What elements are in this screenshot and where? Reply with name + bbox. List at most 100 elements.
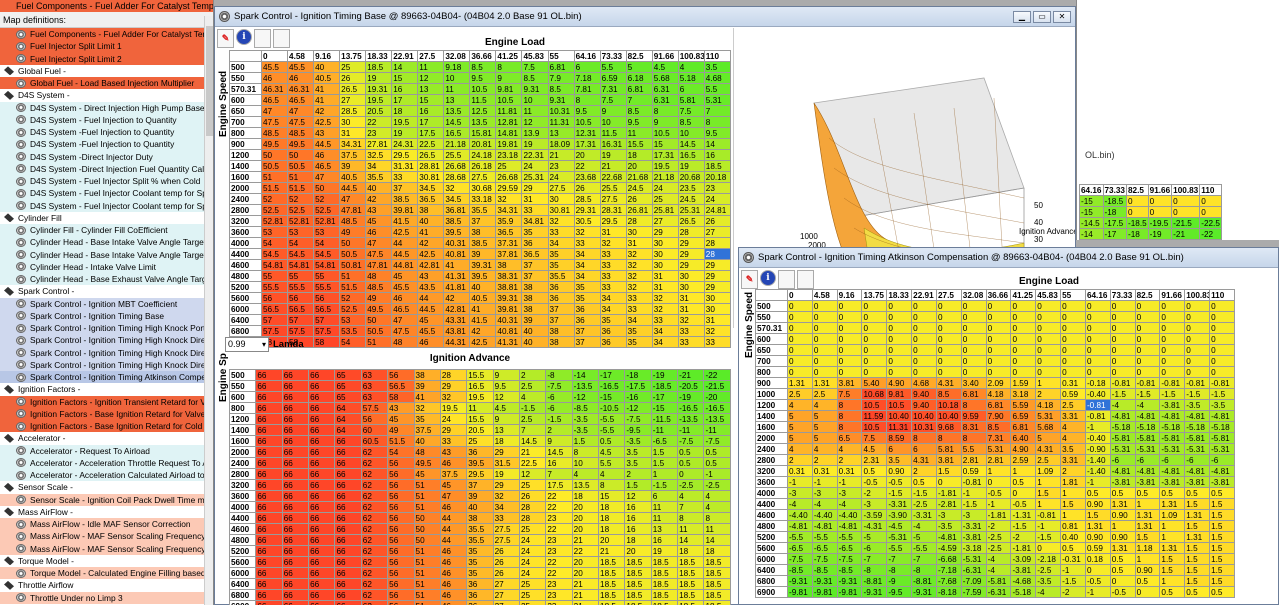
map-cell[interactable]: 18.5	[624, 589, 652, 601]
map-cell[interactable]: -3.31	[886, 498, 913, 510]
map-cell[interactable]: 12.5	[469, 105, 497, 117]
map-cell[interactable]: 6.31	[651, 94, 679, 106]
tree-item[interactable]: Cylinder Head - Base Exhaust Valve Angle…	[0, 273, 213, 286]
map-cell[interactable]: 15	[391, 72, 419, 84]
map-cell[interactable]: 62	[360, 501, 389, 513]
map-cell[interactable]: 0	[861, 333, 888, 345]
map-cell[interactable]: 1.5	[1209, 498, 1235, 510]
map-cell[interactable]: 2.5	[518, 380, 547, 392]
map-cell[interactable]: 11.5	[469, 94, 497, 106]
map-cell[interactable]: 11	[417, 61, 445, 73]
map-cell[interactable]: 36.81	[443, 204, 471, 216]
map-cell[interactable]: 51.5	[260, 182, 289, 194]
map-cell[interactable]: 46	[260, 72, 289, 84]
map-cell[interactable]: 0	[960, 366, 987, 378]
map-cell[interactable]: 66	[281, 600, 310, 605]
map-cell[interactable]: 19	[677, 160, 705, 172]
map-cell[interactable]: -4.81	[1209, 465, 1235, 477]
map-cell[interactable]: 18	[492, 435, 520, 447]
map-cell[interactable]: 0	[1109, 322, 1136, 334]
map-cell[interactable]: 0	[1035, 355, 1062, 367]
map-cell[interactable]: 18	[625, 149, 653, 161]
map-cell[interactable]: 0	[1060, 322, 1086, 334]
map-cell[interactable]: 1.5	[571, 435, 600, 447]
map-cell[interactable]: 0	[1134, 311, 1161, 323]
ignition-timing-atkinson-window[interactable]: Spark Control - Ignition Timing Atkinson…	[738, 247, 1279, 605]
map-cell[interactable]: 57.5	[287, 325, 315, 337]
map-cell[interactable]: -2	[1010, 531, 1037, 543]
map-cell[interactable]: 21	[547, 149, 575, 161]
map-cell[interactable]: 36	[466, 578, 494, 590]
map-cell[interactable]: 41	[313, 83, 341, 95]
map-cell[interactable]: 0	[985, 366, 1012, 378]
map-cell[interactable]: 10.5	[861, 421, 888, 433]
map-cell[interactable]: 49	[365, 292, 393, 304]
map-cell[interactable]: -8.81	[861, 575, 888, 587]
map-cell[interactable]: 8	[960, 399, 987, 411]
map-cell[interactable]: 12.31	[573, 127, 601, 139]
map-cell[interactable]: 56	[387, 512, 415, 524]
map-cell[interactable]: 38	[417, 204, 445, 216]
map-cell[interactable]: 66	[308, 435, 336, 447]
map-cell[interactable]: 2.5	[787, 388, 813, 400]
close-button[interactable]: ✕	[1053, 11, 1071, 23]
map-cell[interactable]: 3.81	[836, 377, 863, 389]
map-cell[interactable]: -5.81	[985, 575, 1012, 587]
map-cell[interactable]: 0	[1199, 195, 1222, 207]
map-cell[interactable]: -2.5	[985, 542, 1012, 554]
map-cell[interactable]: -3.81	[1134, 476, 1161, 488]
map-cell[interactable]: 2	[787, 454, 813, 466]
map-cell[interactable]: 7	[703, 105, 732, 117]
map-cell[interactable]: 34	[625, 314, 653, 326]
map-cell[interactable]: -5.18	[1159, 421, 1186, 433]
map-cell[interactable]: 0	[811, 344, 838, 356]
map-cell[interactable]: 46.31	[260, 83, 289, 95]
map-cell[interactable]: 31	[339, 127, 367, 139]
ignition-timing-base-table[interactable]: 0 4.58 9.16 13.75 18.33 22.91 27.5 32.08 36.66 41…	[229, 50, 732, 348]
map-cell[interactable]: 0	[1134, 355, 1161, 367]
map-cell[interactable]: 11	[677, 523, 705, 535]
map-cell[interactable]: 66	[255, 589, 283, 601]
map-cell[interactable]: 66	[308, 380, 336, 392]
map-cell[interactable]: 0	[960, 300, 987, 312]
map-cell[interactable]: 1	[1159, 575, 1186, 587]
map-cell[interactable]: 32	[625, 259, 653, 271]
map-cell[interactable]: 0	[1126, 206, 1149, 218]
map-cell[interactable]: 18.5	[650, 578, 679, 590]
map-cell[interactable]: 0	[1159, 366, 1186, 378]
map-cell[interactable]: 21	[598, 545, 626, 557]
map-cell[interactable]: 1.5	[1184, 498, 1211, 510]
map-cell[interactable]: 1.5	[935, 465, 962, 477]
map-cell[interactable]: 29	[492, 446, 520, 458]
tree-item[interactable]: Mass AirFlow - MAF Sensor Scaling Freque…	[0, 542, 213, 555]
map-cell[interactable]: 31	[599, 226, 627, 238]
map-cell[interactable]: -9	[886, 575, 913, 587]
map-cell[interactable]: 4.5	[861, 443, 888, 455]
map-cell[interactable]: -5.5	[886, 542, 913, 554]
map-cell[interactable]: 37.31	[495, 237, 523, 249]
map-cell[interactable]: 31	[521, 193, 549, 205]
map-cell[interactable]: 26.81	[625, 204, 653, 216]
map-cell[interactable]: -0.5	[985, 487, 1012, 499]
map-cell[interactable]: 0	[836, 300, 863, 312]
map-cell[interactable]: 42.5	[391, 226, 419, 238]
map-cell[interactable]: 19	[521, 138, 549, 150]
map-cell[interactable]: -9.31	[911, 586, 937, 598]
map-cell[interactable]: 1.5	[1184, 564, 1211, 576]
map-cell[interactable]: 1.5	[1209, 575, 1235, 587]
map-cell[interactable]: 29	[703, 270, 732, 282]
map-cell[interactable]: -0.5	[1084, 575, 1111, 587]
map-cell[interactable]: 49.5	[413, 457, 441, 469]
map-cell[interactable]: 2.81	[960, 454, 987, 466]
map-cell[interactable]: -5.81	[1209, 432, 1235, 444]
map-cell[interactable]: 30	[677, 281, 705, 293]
map-cell[interactable]: 5	[811, 410, 838, 422]
map-cell[interactable]: 45.5	[391, 281, 419, 293]
map-cell[interactable]: 48.5	[365, 281, 393, 293]
map-cell[interactable]: 0.5	[1010, 476, 1037, 488]
map-cell[interactable]: 38.81	[495, 281, 523, 293]
map-cell[interactable]: 0	[1126, 195, 1149, 207]
map-cell[interactable]: 0	[787, 300, 813, 312]
map-cell[interactable]: -6	[545, 391, 573, 403]
map-cell[interactable]: 22	[545, 501, 573, 513]
